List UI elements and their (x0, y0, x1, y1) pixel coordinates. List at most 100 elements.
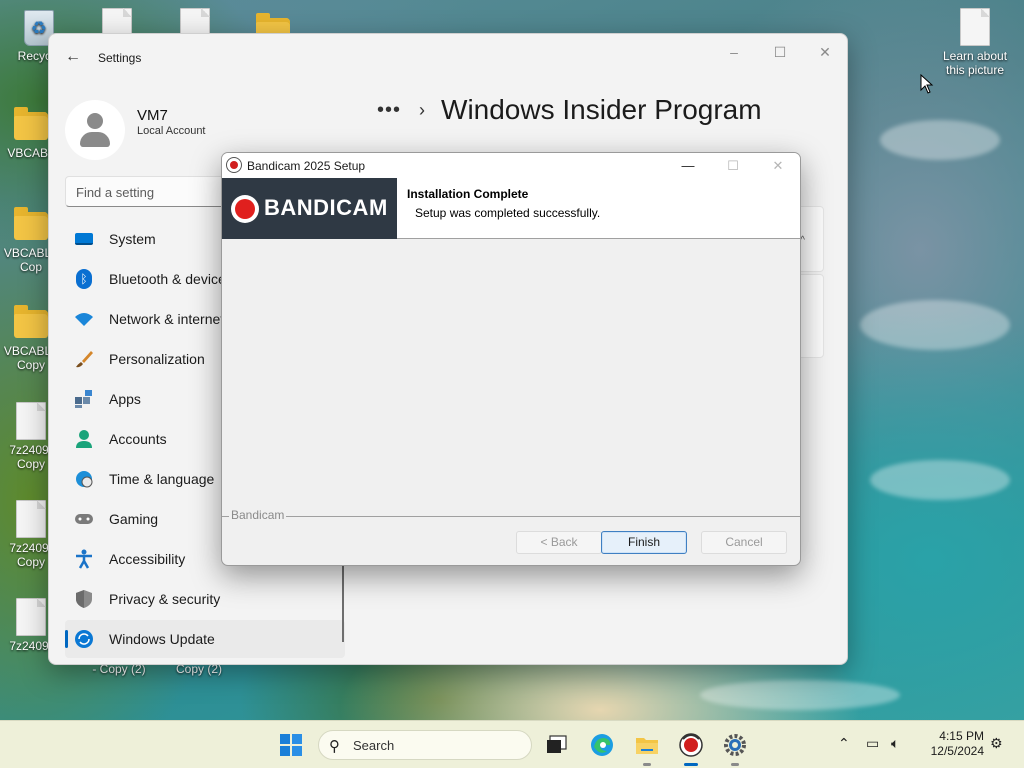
avatar-body (80, 132, 110, 147)
search-placeholder: Find a setting (76, 185, 155, 200)
close-button: ✕ (772, 158, 784, 173)
settings-titlebar[interactable]: ← Settings – ☐ ✕ (49, 34, 847, 80)
bandicam-icon (679, 733, 703, 757)
nav-label: Personalization (109, 351, 205, 367)
gear-icon (724, 734, 746, 756)
running-indicator (643, 763, 651, 766)
page-title: Windows Insider Program (441, 94, 762, 125)
maximize-button: ☐ (727, 158, 739, 173)
edge-browser-button[interactable] (587, 730, 617, 760)
nav-label: Gaming (109, 511, 159, 527)
installer-header-subtitle: Setup was completed successfully. (415, 206, 601, 220)
desktop-icon-label: Learn about this picture (942, 49, 1008, 77)
wave-foam (870, 460, 1010, 500)
nav-label: Windows Update (109, 631, 215, 647)
nav-label: Apps (109, 391, 141, 407)
app-title: Settings (98, 51, 142, 65)
divider (222, 516, 800, 517)
nav-label: Bluetooth & devices (109, 271, 233, 287)
installer-header-title: Installation Complete (407, 187, 529, 201)
running-indicator (731, 763, 739, 766)
installer-header: BANDICAM Installation Complete Setup was… (222, 178, 800, 239)
clock[interactable]: 4:15 PM 12/5/2024 (918, 729, 984, 759)
nav-label: Privacy & security (109, 591, 221, 607)
gamepad-icon (73, 508, 95, 530)
nav-item-privacy-security[interactable]: Privacy & security (65, 580, 345, 618)
shield-icon (73, 588, 95, 610)
brand-text: BANDICAM (264, 195, 388, 220)
file-icon (16, 598, 46, 636)
search-icon: ⚲ (329, 738, 340, 755)
close-button[interactable]: ✕ (810, 42, 840, 62)
sync-icon (73, 628, 95, 650)
system-icon (73, 228, 95, 250)
file-icon (960, 8, 990, 46)
avatar (65, 100, 125, 160)
breadcrumb: ••• › Windows Insider Program (377, 90, 762, 130)
nav-label: Time & language (109, 471, 215, 487)
volume-icon[interactable]: 🔈︎ (891, 735, 899, 752)
wave-foam (700, 680, 900, 710)
file-icon (16, 500, 46, 538)
network-icon[interactable]: ▭ (866, 735, 879, 752)
user-name: VM7 (137, 107, 168, 124)
active-indicator (684, 763, 698, 766)
chevron-up-icon: ^ (800, 235, 805, 246)
folder-icon (14, 305, 48, 338)
desktop-icon-learn-about-picture[interactable]: Learn about this picture (937, 8, 1013, 77)
mouse-cursor-icon (920, 74, 934, 94)
nav-label: Accessibility (109, 551, 186, 567)
apps-icon (73, 388, 95, 410)
installer-title: Bandicam 2025 Setup (247, 159, 366, 173)
account-type: Local Account (137, 125, 206, 137)
minimize-button[interactable]: — (674, 156, 702, 176)
settings-taskbar-button[interactable] (720, 730, 750, 766)
start-button[interactable] (276, 730, 306, 760)
task-view-icon (547, 735, 567, 753)
clock-date: 12/5/2024 (930, 744, 984, 758)
taskbar: ⚲ Search ⌃ ▭ 🔈︎ 4:15 PM 12/5/2024 ⚙ (0, 720, 1024, 768)
task-view-button[interactable] (542, 730, 572, 760)
taskbar-search-placeholder: Search (353, 738, 395, 753)
record-dot-icon (231, 195, 259, 223)
file-icon (16, 402, 46, 440)
finish-button[interactable]: Finish (601, 531, 687, 554)
installer-titlebar[interactable]: Bandicam 2025 Setup — ☐ ✕ (222, 153, 800, 178)
chevron-up-icon[interactable]: ⌃ (838, 735, 850, 752)
avatar-head (87, 113, 103, 129)
bluetooth-icon: ᛒ (73, 268, 95, 290)
file-explorer-button[interactable] (632, 730, 662, 766)
folder-icon (14, 107, 48, 140)
nav-label: Network & internet (109, 311, 225, 327)
bandicam-taskbar-button[interactable] (676, 730, 706, 766)
maximize-button[interactable]: ☐ (765, 42, 795, 62)
accessibility-icon (73, 548, 95, 570)
bandicam-app-icon (226, 157, 242, 173)
installer-dialog: Bandicam 2025 Setup — ☐ ✕ BANDICAM Insta… (221, 152, 801, 566)
group-label: Bandicam (229, 508, 287, 522)
nav-item-windows-update[interactable]: Windows Update (65, 620, 345, 658)
bandicam-logo: BANDICAM (222, 178, 397, 239)
cancel-button: Cancel (701, 531, 787, 554)
brush-icon (73, 348, 95, 370)
windows-logo-icon (280, 734, 302, 756)
globe-clock-icon (73, 468, 95, 490)
wave-foam (860, 300, 1010, 350)
taskbar-search-input[interactable]: ⚲ Search (318, 730, 532, 760)
wave-foam (880, 120, 1000, 160)
back-arrow-icon[interactable]: ← (65, 48, 83, 66)
back-button: < Back (516, 531, 602, 554)
folder-icon (14, 207, 48, 240)
nav-scrollbar[interactable] (342, 566, 344, 642)
edge-icon (591, 734, 613, 756)
folder-icon (636, 738, 658, 754)
clock-time: 4:15 PM (939, 729, 984, 743)
wifi-icon (73, 308, 95, 330)
nav-label: System (109, 231, 156, 247)
breadcrumb-more-button[interactable]: ••• (377, 99, 401, 122)
notification-icon[interactable]: ⚙ (990, 735, 1003, 752)
nav-label: Accounts (109, 431, 167, 447)
minimize-button[interactable]: – (719, 42, 749, 62)
breadcrumb-chevron-icon: › (419, 99, 426, 120)
accounts-icon (73, 428, 95, 450)
